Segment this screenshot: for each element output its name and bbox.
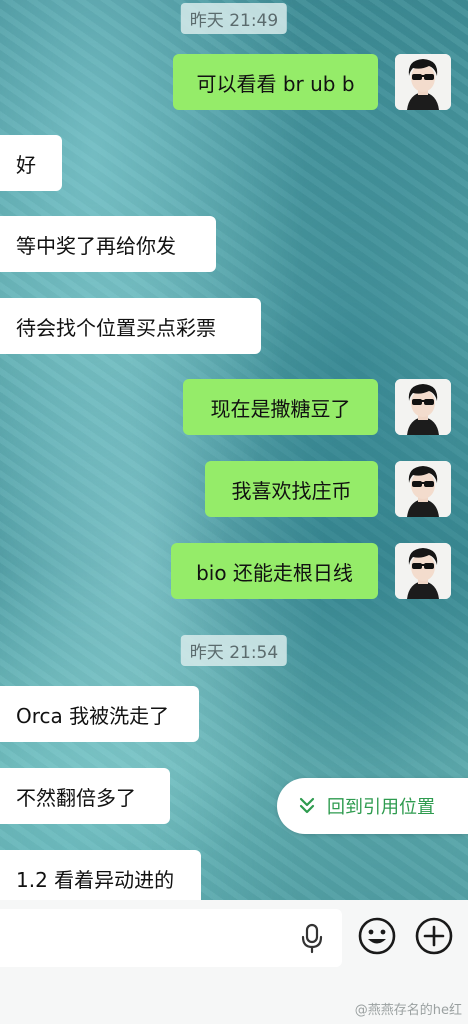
message-bubble-incoming[interactable]: 1.2 看着异动进的 bbox=[0, 850, 201, 906]
message-text: 待会找个位置买点彩票 bbox=[16, 315, 216, 340]
message-bubble-outgoing[interactable]: 我喜欢找庄币 bbox=[205, 461, 378, 517]
message-text: 好 bbox=[16, 152, 36, 177]
message-bubble-incoming[interactable]: 不然翻倍多了 bbox=[0, 768, 170, 824]
message-text: 等中奖了再给你发 bbox=[16, 233, 176, 258]
avatar-sunglasses-icon bbox=[395, 543, 451, 599]
avatar-sunglasses-icon bbox=[395, 54, 451, 110]
message-bubble-incoming[interactable]: 待会找个位置买点彩票 bbox=[0, 298, 261, 354]
avatar-sunglasses-icon bbox=[395, 379, 451, 435]
message-text: 现在是撒糖豆了 bbox=[210, 396, 351, 421]
avatar[interactable] bbox=[395, 461, 451, 517]
message-text: 我喜欢找庄币 bbox=[231, 478, 352, 503]
message-text: 可以看看 br ub b bbox=[196, 71, 355, 96]
avatar-sunglasses-icon bbox=[395, 461, 451, 517]
message-input[interactable] bbox=[0, 909, 342, 967]
message-bubble-incoming[interactable]: 好 bbox=[0, 135, 62, 191]
message-bubble-outgoing[interactable]: bio 还能走根日线 bbox=[171, 543, 378, 599]
double-chevron-down-icon bbox=[299, 797, 315, 814]
back-to-quote-button[interactable]: 回到引用位置 bbox=[277, 778, 468, 834]
message-text: Orca 我被洗走了 bbox=[16, 703, 170, 728]
message-text: bio 还能走根日线 bbox=[196, 560, 353, 585]
avatar[interactable] bbox=[395, 543, 451, 599]
message-text: 1.2 看着异动进的 bbox=[16, 867, 175, 892]
timestamp: 昨天 21:54 bbox=[180, 635, 288, 666]
input-bar: @燕燕存名的he红 bbox=[0, 900, 468, 1024]
watermark: @燕燕存名的he红 bbox=[354, 1003, 462, 1018]
message-text: 不然翻倍多了 bbox=[16, 785, 136, 810]
message-bubble-outgoing[interactable]: 可以看看 br ub b bbox=[173, 54, 378, 110]
timestamp: 昨天 21:49 bbox=[180, 3, 288, 34]
avatar[interactable] bbox=[395, 379, 451, 435]
back-to-quote-label: 回到引用位置 bbox=[327, 797, 435, 818]
avatar[interactable] bbox=[395, 54, 451, 110]
message-bubble-incoming[interactable]: 等中奖了再给你发 bbox=[0, 216, 216, 272]
chat-area[interactable]: 昨天 21:49 可以看看 br ub b 好 等中奖了再给你发 待会找个位置买… bbox=[0, 0, 468, 906]
plus-icon[interactable] bbox=[414, 916, 454, 956]
message-bubble-outgoing[interactable]: 现在是撒糖豆了 bbox=[183, 379, 378, 435]
emoji-icon[interactable] bbox=[357, 916, 397, 956]
message-bubble-incoming[interactable]: Orca 我被洗走了 bbox=[0, 686, 199, 742]
microphone-icon[interactable] bbox=[298, 922, 326, 954]
